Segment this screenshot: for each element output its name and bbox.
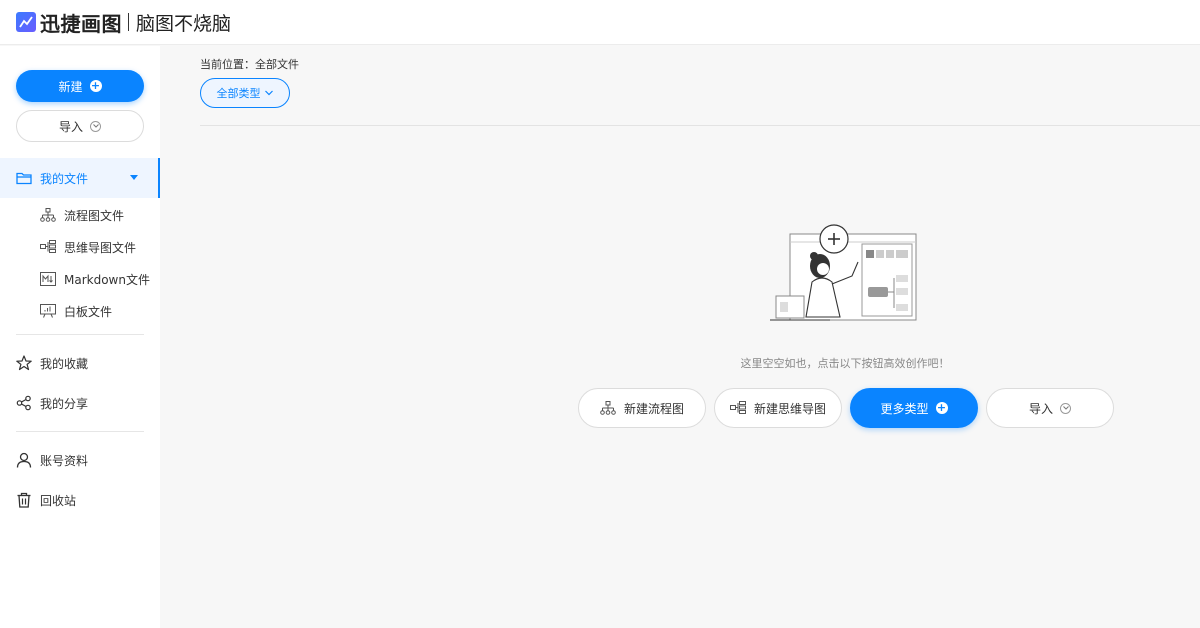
sidebar-item-label: 我的分享 xyxy=(40,396,89,411)
sidebar-item-whiteboard-files[interactable]: 白板文件 xyxy=(0,295,160,327)
import-button-label: 导入 xyxy=(58,119,83,134)
share-icon xyxy=(16,395,32,411)
logo-icon xyxy=(16,12,36,32)
sidebar-item-my-files[interactable]: 我的文件 xyxy=(0,158,160,198)
whiteboard-icon xyxy=(40,303,56,319)
sidebar-item-label: 思维导图文件 xyxy=(64,240,137,255)
markdown-icon xyxy=(40,271,56,287)
caret-down-icon xyxy=(130,175,138,180)
sidebar-item-mindmap-files[interactable]: 思维导图文件 xyxy=(0,231,160,263)
folder-icon xyxy=(16,170,32,186)
sidebar-divider xyxy=(16,431,144,432)
chevron-down-icon xyxy=(264,90,273,96)
new-flowchart-label: 新建流程图 xyxy=(623,401,684,416)
more-types-button[interactable]: 更多类型 + xyxy=(850,388,978,428)
sidebar-item-trash[interactable]: 回收站 xyxy=(0,480,160,520)
type-filter-button[interactable]: 全部类型 xyxy=(200,78,290,108)
user-icon xyxy=(16,452,32,468)
new-mindmap-label: 新建思维导图 xyxy=(753,401,826,416)
sidebar-item-label: 我的文件 xyxy=(40,171,89,186)
plus-icon: + xyxy=(935,401,948,414)
sidebar-item-shares[interactable]: 我的分享 xyxy=(0,383,160,423)
sidebar: 新建 + 导入 我的文件 流程图文件 思维导图文件 Markdown文件 白板文… xyxy=(0,46,160,628)
import-action-label: 导入 xyxy=(1028,401,1053,416)
more-types-label: 更多类型 xyxy=(880,401,929,416)
trash-icon xyxy=(16,492,32,508)
type-filter-label: 全部类型 xyxy=(216,87,261,100)
new-button[interactable]: 新建 + xyxy=(16,70,144,102)
empty-state-text: 这里空空如也，点击以下按钮高效创作吧！ xyxy=(740,357,950,370)
sidebar-divider xyxy=(16,334,144,335)
chevron-down-icon xyxy=(1060,402,1071,414)
import-button[interactable]: 导入 xyxy=(16,110,144,142)
sidebar-item-markdown-files[interactable]: Markdown文件 xyxy=(0,263,160,295)
app-header: 迅捷画图 脑图不烧脑 xyxy=(0,0,1200,45)
new-button-label: 新建 xyxy=(58,79,83,94)
plus-icon: + xyxy=(89,79,102,92)
mindmap-icon xyxy=(729,400,746,416)
mindmap-icon xyxy=(40,239,56,255)
sidebar-item-label: 白板文件 xyxy=(64,304,113,319)
flowchart-icon xyxy=(600,400,616,416)
sidebar-item-label: 回收站 xyxy=(40,493,77,508)
flowchart-icon xyxy=(40,207,56,223)
breadcrumb: 当前位置：全部文件 xyxy=(200,58,299,71)
new-flowchart-button[interactable]: 新建流程图 xyxy=(578,388,706,428)
logo-separator xyxy=(128,13,129,31)
sidebar-item-label: 我的收藏 xyxy=(40,356,89,371)
import-action-button[interactable]: 导入 xyxy=(986,388,1114,428)
sidebar-item-flowchart-files[interactable]: 流程图文件 xyxy=(0,199,160,231)
star-icon xyxy=(16,355,32,371)
sidebar-item-account[interactable]: 账号资料 xyxy=(0,440,160,480)
sidebar-item-label: 流程图文件 xyxy=(64,208,125,223)
logo-slogan: 脑图不烧脑 xyxy=(136,12,232,35)
empty-state-illustration xyxy=(770,224,917,321)
new-mindmap-button[interactable]: 新建思维导图 xyxy=(714,388,842,428)
chevron-down-icon xyxy=(90,120,101,132)
sidebar-item-label: 账号资料 xyxy=(40,453,89,468)
content-divider xyxy=(200,125,1200,126)
sidebar-item-favorites[interactable]: 我的收藏 xyxy=(0,343,160,383)
sidebar-item-label: Markdown文件 xyxy=(64,272,150,287)
logo-text[interactable]: 迅捷画图 xyxy=(40,8,122,37)
